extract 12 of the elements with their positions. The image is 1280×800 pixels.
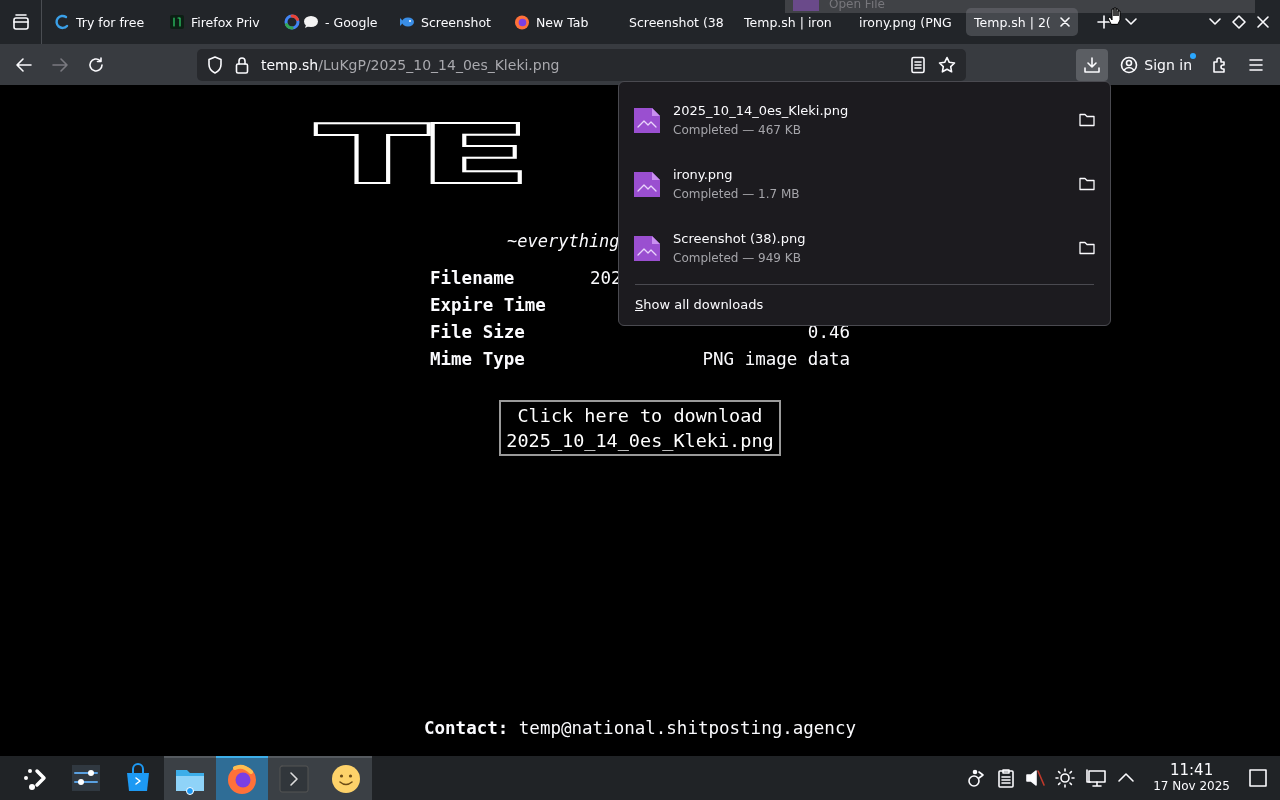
download-status: Completed — 949 KB [673, 251, 802, 265]
tagline: ~everything [507, 231, 620, 251]
info-label: Expire Time [430, 294, 547, 316]
download-status: Completed — 467 KB [673, 123, 802, 137]
url-text: temp.sh/LuKgP/2025_10_14_0es_Kleki.png [261, 56, 561, 73]
info-label: Filename [430, 267, 516, 289]
info-label: File Size [430, 321, 526, 343]
contact-line: Contact: temp@national.shitposting.agency [424, 718, 856, 738]
logo: TE [315, 115, 520, 195]
download-status: Completed — 1.7 MB [673, 187, 801, 201]
info-label: Mime Type [430, 348, 526, 370]
info-value: PNG image data [701, 348, 850, 370]
